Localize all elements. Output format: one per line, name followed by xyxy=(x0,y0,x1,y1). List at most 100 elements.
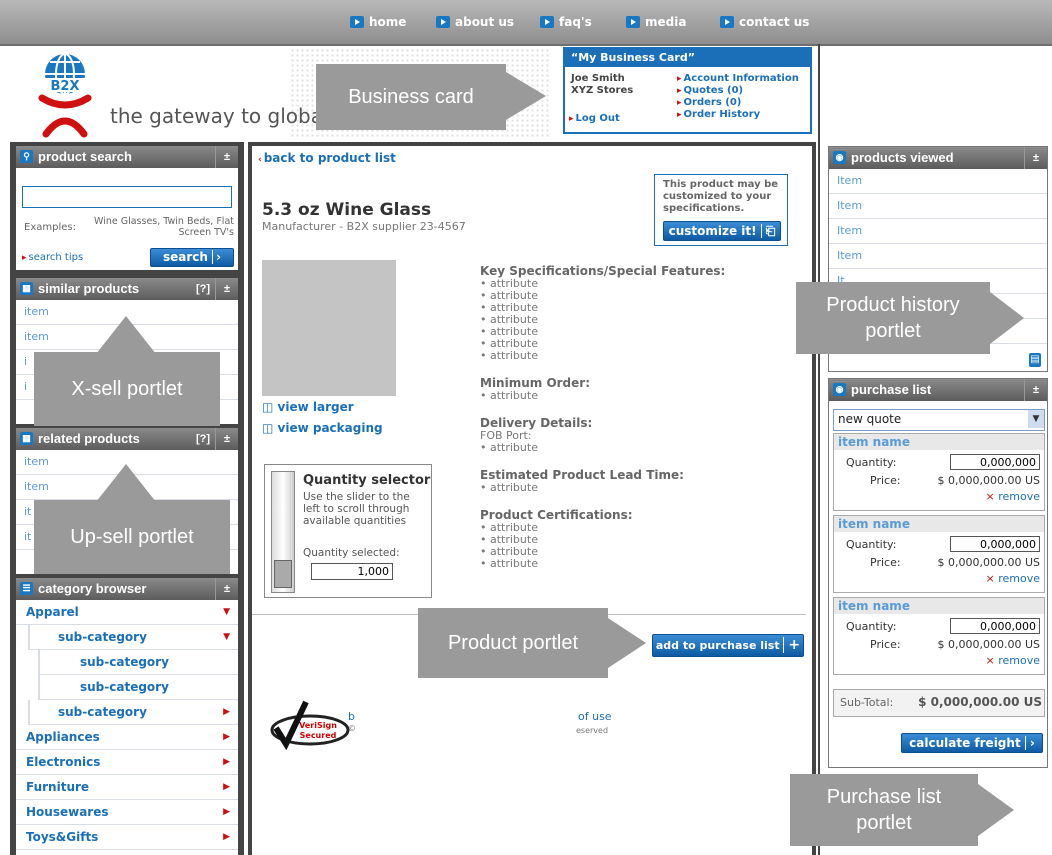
quote-select[interactable]: new quote ▼ xyxy=(833,409,1045,431)
quantity-slider[interactable] xyxy=(271,471,295,593)
chevron-down-icon[interactable]: ▼ xyxy=(1028,410,1044,428)
expand-collapse-button[interactable]: ± xyxy=(215,146,238,168)
category-item-toys-gifts[interactable]: Toys&Gifts ▶ xyxy=(16,825,238,850)
spec-line: • attribute xyxy=(480,481,538,494)
expand-collapse-button[interactable]: ± xyxy=(1024,379,1047,401)
search-icon: ⚲ xyxy=(20,150,33,163)
link-label: Order History xyxy=(683,109,761,120)
category-label: Housewares xyxy=(26,805,109,819)
packaging-icon: ◫ xyxy=(262,421,274,435)
quantity-input[interactable] xyxy=(311,563,393,580)
order-history-link[interactable]: ▸ Order History xyxy=(677,109,760,121)
subcategory-item[interactable]: sub-category ▶ xyxy=(28,700,238,725)
verisign-seal[interactable]: VeriSign Secured xyxy=(266,698,356,752)
list-item[interactable]: Item xyxy=(829,244,1047,269)
link-label: back to product list xyxy=(263,151,396,165)
list-item[interactable]: Item xyxy=(829,169,1047,194)
arrow-icon xyxy=(350,16,364,28)
remove-link[interactable]: × remove xyxy=(986,490,1041,503)
product-name: 5.3 oz Wine Glass xyxy=(262,200,432,220)
nav-faqs[interactable]: faq's xyxy=(540,15,592,29)
category-item-apparel[interactable]: Apparel ▼ xyxy=(16,600,238,625)
plus-icon: + xyxy=(783,637,801,653)
remove-link[interactable]: × remove xyxy=(986,654,1041,667)
price-label: Price: xyxy=(870,474,901,487)
slider-handle[interactable] xyxy=(274,560,292,588)
logout-link[interactable]: ▸ Log Out xyxy=(569,113,620,125)
category-item-housewares[interactable]: Housewares ▶ xyxy=(16,800,238,825)
eye-icon: ◉ xyxy=(833,151,846,164)
help-icon[interactable]: [?] xyxy=(196,428,210,450)
annotation-arrow xyxy=(506,72,546,120)
rights-reserved: eserved xyxy=(576,726,609,735)
nav-label: faq's xyxy=(559,15,592,29)
nav-about-us[interactable]: about us xyxy=(436,15,514,29)
item-quantity-input[interactable] xyxy=(950,454,1040,470)
footer-link[interactable]: b xyxy=(348,710,355,723)
list-item[interactable]: Item xyxy=(829,194,1047,219)
remove-link[interactable]: × remove xyxy=(986,572,1041,585)
category-item-appliances[interactable]: Appliances ▶ xyxy=(16,725,238,750)
quantity-selected-label: Quantity selected: xyxy=(303,547,400,559)
search-button[interactable]: search › xyxy=(150,248,234,267)
company-name: XYZ Stores xyxy=(571,85,634,96)
manufacturer: Manufacturer - B2X supplier 23-4567 xyxy=(262,220,466,233)
search-input[interactable] xyxy=(22,186,232,208)
category-label: Toys&Gifts xyxy=(26,830,99,844)
link-label: Orders (0) xyxy=(683,97,742,108)
quantity-title: Quantity selector xyxy=(303,473,431,488)
item-name[interactable]: item name xyxy=(834,598,1044,614)
customize-button[interactable]: customize it! ⎗ xyxy=(663,221,781,241)
arrow-icon: ▸ xyxy=(569,114,574,124)
account-information-link[interactable]: ▸ Account Information xyxy=(677,73,799,85)
spec-heading: Minimum Order: xyxy=(480,376,591,390)
spec-heading: Key Specifications/Special Features: xyxy=(480,264,726,278)
expand-collapse-button[interactable]: ± xyxy=(215,578,238,600)
expand-collapse-button[interactable]: ± xyxy=(215,428,238,450)
item-quantity-input[interactable] xyxy=(950,536,1040,552)
business-card: “My Business Card” Joe Smith XYZ Stores … xyxy=(563,47,812,134)
portlet-header: ☰ category browser ± xyxy=(16,578,238,600)
expand-collapse-button[interactable]: ± xyxy=(1024,147,1047,169)
arrow-icon: › xyxy=(212,250,222,264)
terms-of-use-link[interactable]: of use xyxy=(578,710,612,723)
back-to-product-list-link[interactable]: ‹ back to product list xyxy=(258,151,396,165)
spec-line: • attribute xyxy=(480,441,538,454)
chevron-down-icon: ▼ xyxy=(223,607,230,617)
category-item-furniture[interactable]: Furniture ▶ xyxy=(16,775,238,800)
subcategory-item[interactable]: sub-category xyxy=(38,675,238,700)
list-item[interactable]: Item xyxy=(829,219,1047,244)
link-label: remove xyxy=(998,654,1040,667)
button-label: customize it! xyxy=(668,224,757,238)
search-tips-link[interactable]: ▸ search tips xyxy=(22,252,83,263)
item-name[interactable]: item name xyxy=(834,434,1044,450)
chevron-right-icon: ▶ xyxy=(223,782,230,792)
close-icon: × xyxy=(985,654,995,667)
calculate-freight-button[interactable]: calculate freight › xyxy=(901,733,1043,753)
view-packaging-link[interactable]: ◫ view packaging xyxy=(262,421,383,435)
item-quantity-input[interactable] xyxy=(950,618,1040,634)
quantity-label: Quantity: xyxy=(846,456,897,469)
arrow-icon xyxy=(720,16,734,28)
orders-link[interactable]: ▸ Orders (0) xyxy=(677,97,741,109)
document-icon[interactable]: ▤ xyxy=(1029,353,1041,367)
expand-collapse-button[interactable]: ± xyxy=(215,278,238,300)
spec-heading: Product Certifications: xyxy=(480,508,633,522)
purchase-list-portlet: ◉ purchase list ± new quote ▼ item name … xyxy=(828,378,1048,768)
eye-icon: ◉ xyxy=(833,383,846,396)
add-to-purchase-list-button[interactable]: add to purchase list + xyxy=(652,634,804,657)
category-item-electronics[interactable]: Electronics ▶ xyxy=(16,750,238,775)
subcategory-item[interactable]: sub-category xyxy=(38,650,238,675)
help-icon[interactable]: [?] xyxy=(196,278,210,300)
product-image[interactable] xyxy=(262,260,396,396)
view-larger-link[interactable]: ◫ view larger xyxy=(262,400,354,414)
item-name[interactable]: item name xyxy=(834,516,1044,532)
quotes-link[interactable]: ▸ Quotes (0) xyxy=(677,85,743,97)
nav-home[interactable]: home xyxy=(350,15,406,29)
nav-media[interactable]: media xyxy=(626,15,686,29)
nav-contact-us[interactable]: contact us xyxy=(720,15,809,29)
top-navigation-bar: home about us faq's media contact us xyxy=(0,0,1052,46)
link-label: remove xyxy=(998,490,1040,503)
subcategory-item[interactable]: sub-category ▼ xyxy=(28,625,238,650)
link-label: search tips xyxy=(28,252,84,263)
